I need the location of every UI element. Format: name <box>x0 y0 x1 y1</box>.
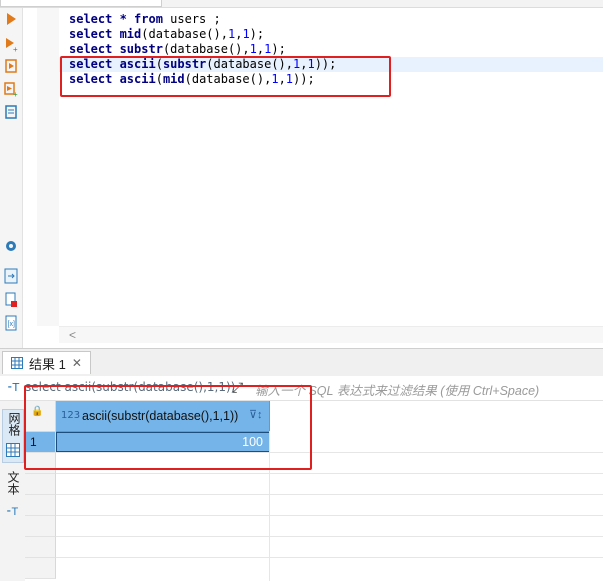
row-number-empty <box>25 516 56 537</box>
tab-grid-view[interactable]: 网格 <box>2 409 24 463</box>
editor-toolbar: + + [x] <box>0 8 23 348</box>
code-line[interactable]: select mid(database(),1,1); <box>69 27 264 42</box>
editor-tab-strip <box>0 0 603 8</box>
sql-editor: + + [x] select * from users ; select mid(… <box>0 0 603 348</box>
sql-text: users ; <box>162 12 221 26</box>
sql-text: ); <box>271 42 286 56</box>
settings-icon[interactable] <box>3 238 19 254</box>
sql-keyword: select <box>69 27 120 41</box>
sql-keyword: from <box>134 12 163 26</box>
scroll-left-icon[interactable]: < <box>69 327 76 343</box>
highlight-box-results <box>24 385 312 470</box>
result-tab-label: 结果 1 <box>29 356 66 372</box>
sql-keyword: select <box>69 42 120 56</box>
row-number-empty <box>25 495 56 516</box>
execute-new-tab-icon[interactable]: + <box>3 36 19 52</box>
text-view-label: 文本 <box>6 471 20 495</box>
text-view-icon: ⁃T <box>6 506 19 518</box>
grid-line <box>56 515 603 516</box>
row-number-empty <box>25 537 56 558</box>
sql-number: 1 <box>249 42 257 56</box>
view-switch-panel: 网格 文本 ⁃T <box>0 401 26 581</box>
sql-keyword: select * <box>69 12 135 26</box>
sql-filter-icon: ⁃T <box>7 381 20 394</box>
code-line[interactable]: select * from users ; <box>69 12 221 27</box>
tab-text-view[interactable]: 文本 ⁃T <box>2 467 22 521</box>
execute-statement-icon[interactable] <box>3 11 19 27</box>
sql-text: ); <box>249 27 265 41</box>
sql-text: (database(), <box>162 42 250 56</box>
editor-tab[interactable] <box>0 0 162 7</box>
save-file-icon[interactable] <box>3 292 19 308</box>
format-sql-icon[interactable]: [x] <box>3 315 19 331</box>
row-number-empty <box>25 474 56 495</box>
grid-view-label: 网格 <box>7 412 21 436</box>
grid-icon <box>11 357 23 369</box>
line-gutter <box>37 8 59 326</box>
grid-line <box>56 494 603 495</box>
tab-result-1[interactable]: 结果 1 ✕ <box>2 351 91 374</box>
explain-plan-icon[interactable] <box>3 104 19 120</box>
execute-script-new-tab-icon[interactable]: + <box>3 81 19 97</box>
execute-script-icon[interactable] <box>3 58 19 74</box>
svg-text:+: + <box>13 90 18 97</box>
open-file-icon[interactable] <box>3 268 19 284</box>
grid-line <box>56 557 603 558</box>
horizontal-scrollbar[interactable]: < <box>59 326 603 343</box>
sql-text: (database(), <box>141 27 228 41</box>
grid-line <box>56 536 603 537</box>
results-tab-bar: 结果 1 ✕ <box>0 348 603 377</box>
close-icon[interactable]: ✕ <box>72 356 82 370</box>
svg-text:[x]: [x] <box>8 321 15 328</box>
code-line[interactable]: select substr(database(),1,1); <box>69 42 286 57</box>
sql-keyword: mid <box>119 27 142 41</box>
svg-text:+: + <box>13 45 18 52</box>
grid-line <box>56 473 603 474</box>
highlight-box-editor <box>60 56 391 97</box>
grid-icon <box>6 443 20 457</box>
sql-keyword: substr <box>119 42 163 56</box>
sql-number: 1 <box>242 27 250 41</box>
row-number-empty <box>25 558 56 579</box>
